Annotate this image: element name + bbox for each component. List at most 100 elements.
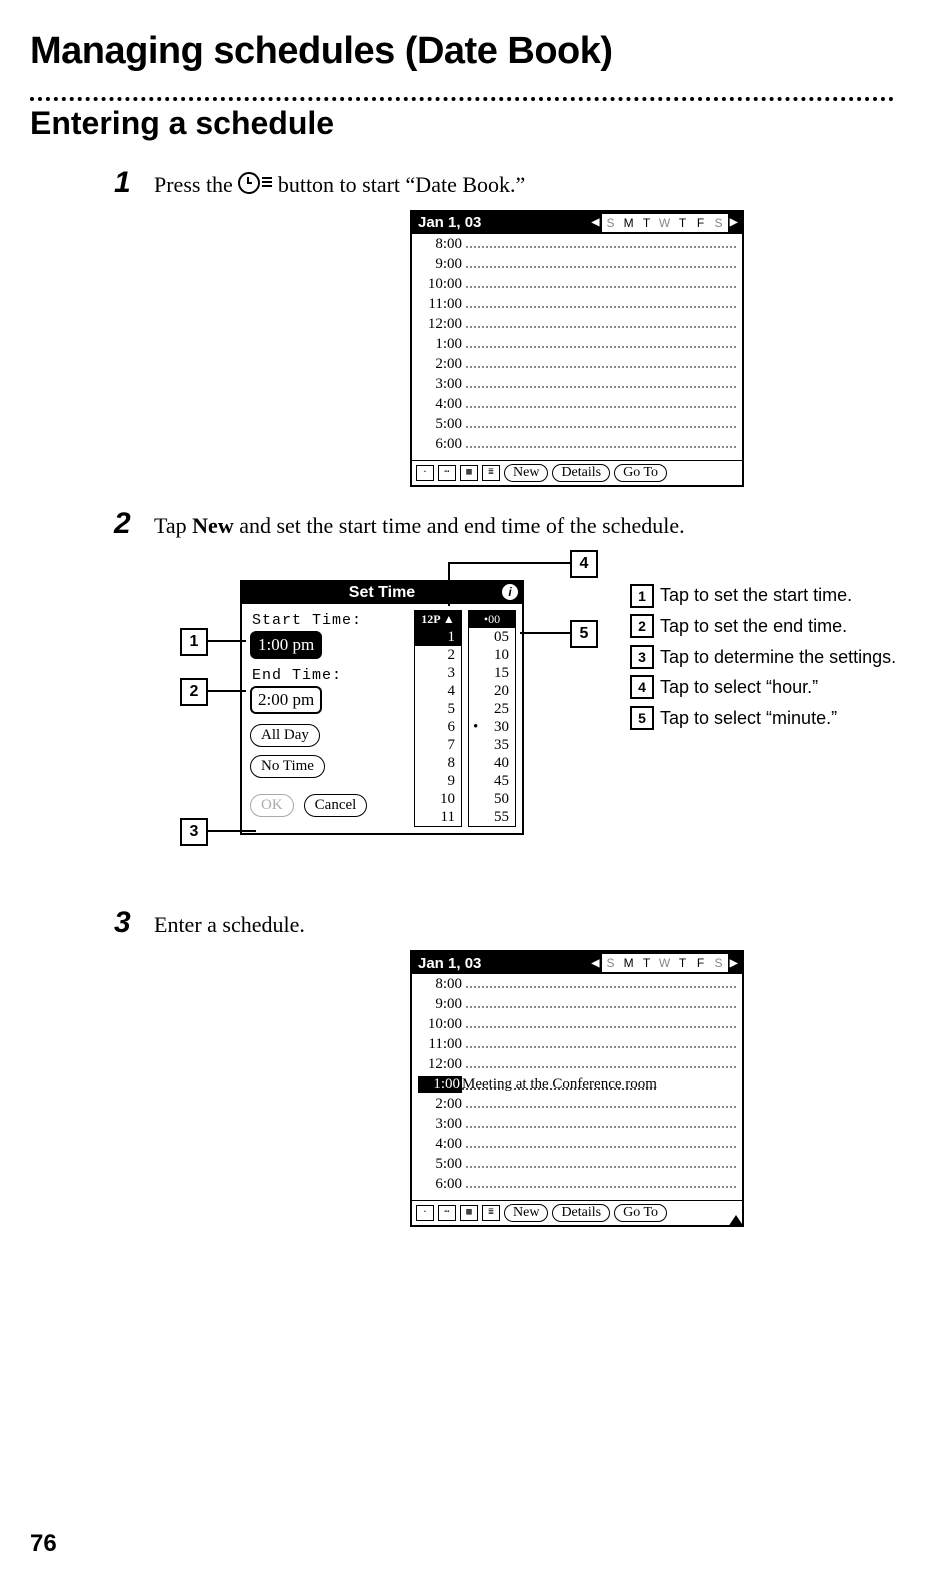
minute-option[interactable]: 40 (469, 754, 515, 772)
end-time-field[interactable]: 2:00 pm (250, 686, 322, 714)
minute-header[interactable]: •00 (469, 611, 515, 628)
day-s[interactable]: S (602, 214, 620, 232)
day-s[interactable]: S (602, 954, 620, 972)
day-m[interactable]: M (620, 954, 638, 972)
dayview-date[interactable]: Jan 1, 03 (414, 955, 481, 972)
hour-option[interactable]: 9 (415, 772, 461, 790)
ok-button[interactable]: OK (250, 794, 294, 817)
time-slot[interactable]: 3:00 (418, 1116, 466, 1133)
day-m[interactable]: M (620, 214, 638, 232)
day-t2[interactable]: T (674, 214, 692, 232)
all-day-button[interactable]: All Day (250, 724, 320, 747)
time-slot[interactable]: 11:00 (418, 1036, 466, 1053)
view-month-icon[interactable]: ▦ (460, 1205, 478, 1221)
minute-option[interactable]: 20 (469, 682, 515, 700)
callout-5: 5 (570, 620, 598, 648)
minute-option[interactable]: 05 (469, 628, 515, 646)
day-t[interactable]: T (638, 954, 656, 972)
dayview-date[interactable]: Jan 1, 03 (414, 214, 481, 231)
time-slot[interactable]: 9:00 (418, 996, 466, 1013)
hour-column[interactable]: 12P ▲ 1 2 3 4 5 6 7 8 9 10 11 (414, 610, 462, 827)
hour-option[interactable]: 1 (415, 628, 461, 646)
cancel-button[interactable]: Cancel (304, 794, 368, 817)
view-day-icon[interactable]: · (416, 465, 434, 481)
day-s2[interactable]: S (710, 954, 728, 972)
new-button[interactable]: New (504, 1204, 548, 1222)
time-slot-selected[interactable]: 1:00 (418, 1076, 462, 1093)
goto-button[interactable]: Go To (614, 464, 667, 482)
new-button[interactable]: New (504, 464, 548, 482)
step-number: 3 (114, 908, 154, 938)
schedule-entry[interactable]: Meeting at the Conference room (462, 1076, 657, 1093)
hour-option[interactable]: 3 (415, 664, 461, 682)
minute-option[interactable]: 50 (469, 790, 515, 808)
day-w[interactable]: W (656, 214, 674, 232)
legend-text: Tap to select “minute.” (660, 703, 837, 734)
hour-option[interactable]: 8 (415, 754, 461, 772)
view-agenda-icon[interactable]: ≣ (482, 465, 500, 481)
time-slot[interactable]: 1:00 (418, 336, 466, 353)
time-slot[interactable]: 3:00 (418, 376, 466, 393)
callout-line (208, 690, 246, 692)
hour-option[interactable]: 10 (415, 790, 461, 808)
time-slot[interactable]: 2:00 (418, 1096, 466, 1113)
time-slot[interactable]: 2:00 (418, 356, 466, 373)
details-button[interactable]: Details (552, 1204, 610, 1222)
prev-week-icon[interactable]: ◀ (589, 214, 601, 231)
day-f[interactable]: F (692, 954, 710, 972)
step-3: 3 Enter a schedule. (114, 910, 894, 940)
info-icon[interactable]: i (502, 584, 518, 600)
time-slot[interactable]: 8:00 (418, 236, 466, 253)
dayview-header: Jan 1, 03 ◀ S M T W T F S ▶ (412, 212, 742, 234)
hour-option[interactable]: 6 (415, 718, 461, 736)
view-day-icon[interactable]: · (416, 1205, 434, 1221)
view-agenda-icon[interactable]: ≣ (482, 1205, 500, 1221)
callout-3: 3 (180, 818, 208, 846)
minute-option[interactable]: 55 (469, 808, 515, 826)
time-slot[interactable]: 12:00 (418, 316, 466, 333)
prev-week-icon[interactable]: ◀ (589, 955, 601, 972)
time-slot[interactable]: 5:00 (418, 1156, 466, 1173)
minute-option[interactable]: 15 (469, 664, 515, 682)
details-button[interactable]: Details (552, 464, 610, 482)
minute-option[interactable]: 30 (469, 718, 515, 736)
day-s2[interactable]: S (710, 214, 728, 232)
time-slot[interactable]: 6:00 (418, 436, 466, 453)
hour-option[interactable]: 4 (415, 682, 461, 700)
next-week-icon[interactable]: ▶ (728, 955, 740, 972)
time-slot[interactable]: 9:00 (418, 256, 466, 273)
time-slot[interactable]: 12:00 (418, 1056, 466, 1073)
day-t[interactable]: T (638, 214, 656, 232)
time-slot[interactable]: 5:00 (418, 416, 466, 433)
hour-option[interactable]: 5 (415, 700, 461, 718)
minute-option[interactable]: 45 (469, 772, 515, 790)
no-time-button[interactable]: No Time (250, 755, 325, 778)
hour-option[interactable]: 11 (415, 808, 461, 826)
time-slot[interactable]: 6:00 (418, 1176, 466, 1193)
step-text: Enter a schedule. (154, 910, 894, 940)
day-f[interactable]: F (692, 214, 710, 232)
view-week-icon[interactable]: ⋯ (438, 1205, 456, 1221)
time-slot[interactable]: 10:00 (418, 1016, 466, 1033)
day-t2[interactable]: T (674, 954, 692, 972)
minute-option[interactable]: 25 (469, 700, 515, 718)
hour-header[interactable]: 12P ▲ (415, 611, 461, 628)
goto-button[interactable]: Go To (614, 1204, 667, 1222)
minute-option[interactable]: 10 (469, 646, 515, 664)
hour-option[interactable]: 7 (415, 736, 461, 754)
time-slot[interactable]: 4:00 (418, 396, 466, 413)
callout-legend: 1Tap to set the start time. 2Tap to set … (630, 580, 896, 733)
time-slot[interactable]: 4:00 (418, 1136, 466, 1153)
time-slot[interactable]: 10:00 (418, 276, 466, 293)
hour-option[interactable]: 2 (415, 646, 461, 664)
scroll-down-icon[interactable] (728, 1215, 744, 1227)
start-time-field[interactable]: 1:00 pm (250, 631, 322, 659)
next-week-icon[interactable]: ▶ (728, 214, 740, 231)
view-week-icon[interactable]: ⋯ (438, 465, 456, 481)
minute-option[interactable]: 35 (469, 736, 515, 754)
time-slot[interactable]: 8:00 (418, 976, 466, 993)
minute-column[interactable]: •00 05 10 15 20 25 30 35 40 45 50 55 (468, 610, 516, 827)
view-month-icon[interactable]: ▦ (460, 465, 478, 481)
day-w[interactable]: W (656, 954, 674, 972)
time-slot[interactable]: 11:00 (418, 296, 466, 313)
